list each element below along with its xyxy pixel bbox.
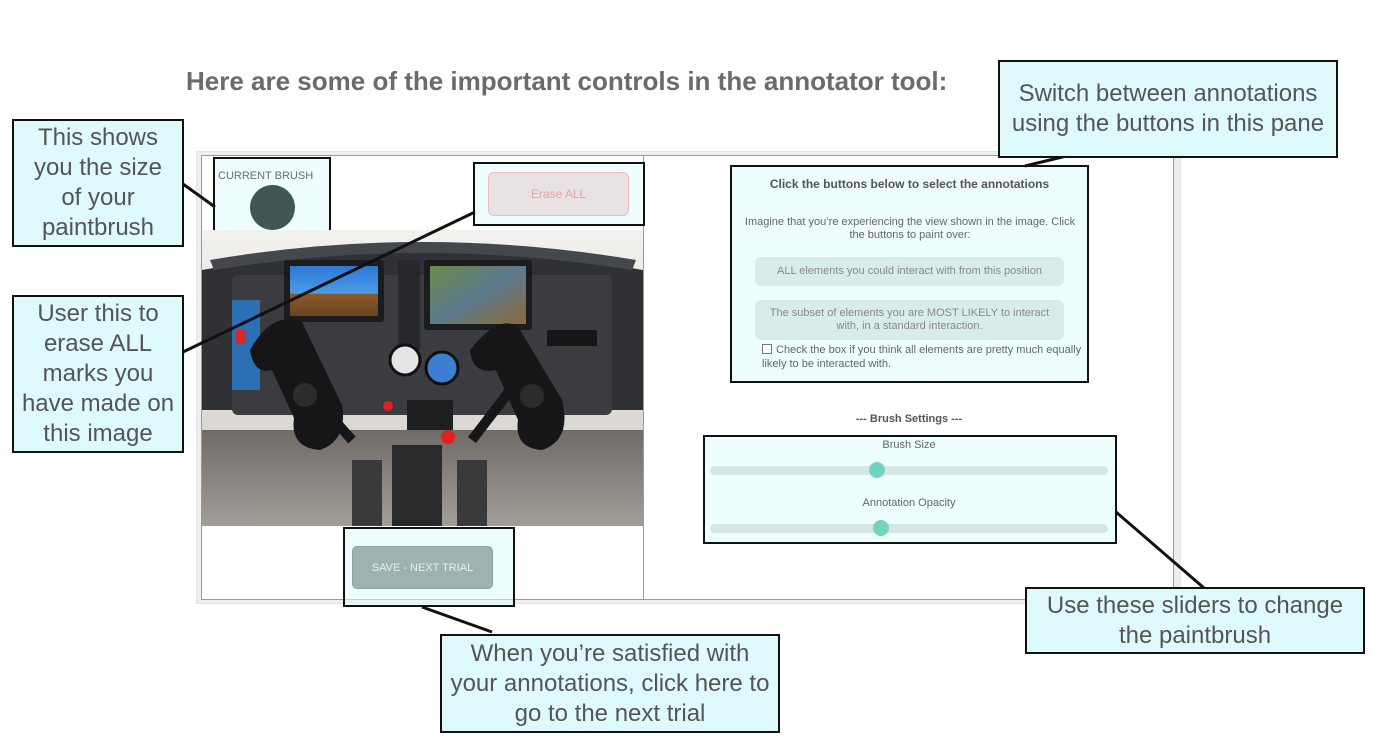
erase-all-callout: User this to erase ALL marks you have ma… — [12, 295, 184, 453]
brush-connector-line — [182, 182, 216, 209]
switch-annotations-callout-text: Switch between annotations using the but… — [1011, 80, 1325, 137]
erase-all-callout-text: User this to erase ALL marks you have ma… — [21, 300, 175, 447]
sliders-callout: Use these sliders to change the paintbru… — [1025, 587, 1365, 654]
erase-connector-line — [182, 210, 476, 354]
sliders-callout-text: Use these sliders to change the paintbru… — [1046, 591, 1344, 649]
brush-size-callout-text: This shows you the size of your paintbru… — [33, 124, 163, 241]
save-next-callout-text: When you’re satisfied with your annotati… — [450, 639, 770, 727]
sliders-connector-line — [1115, 510, 1205, 590]
brush-size-callout: This shows you the size of your paintbru… — [12, 119, 184, 247]
switch-annotations-callout: Switch between annotations using the but… — [998, 60, 1338, 158]
save-next-callout: When you’re satisfied with your annotati… — [440, 634, 780, 733]
save-connector-line — [421, 605, 493, 634]
